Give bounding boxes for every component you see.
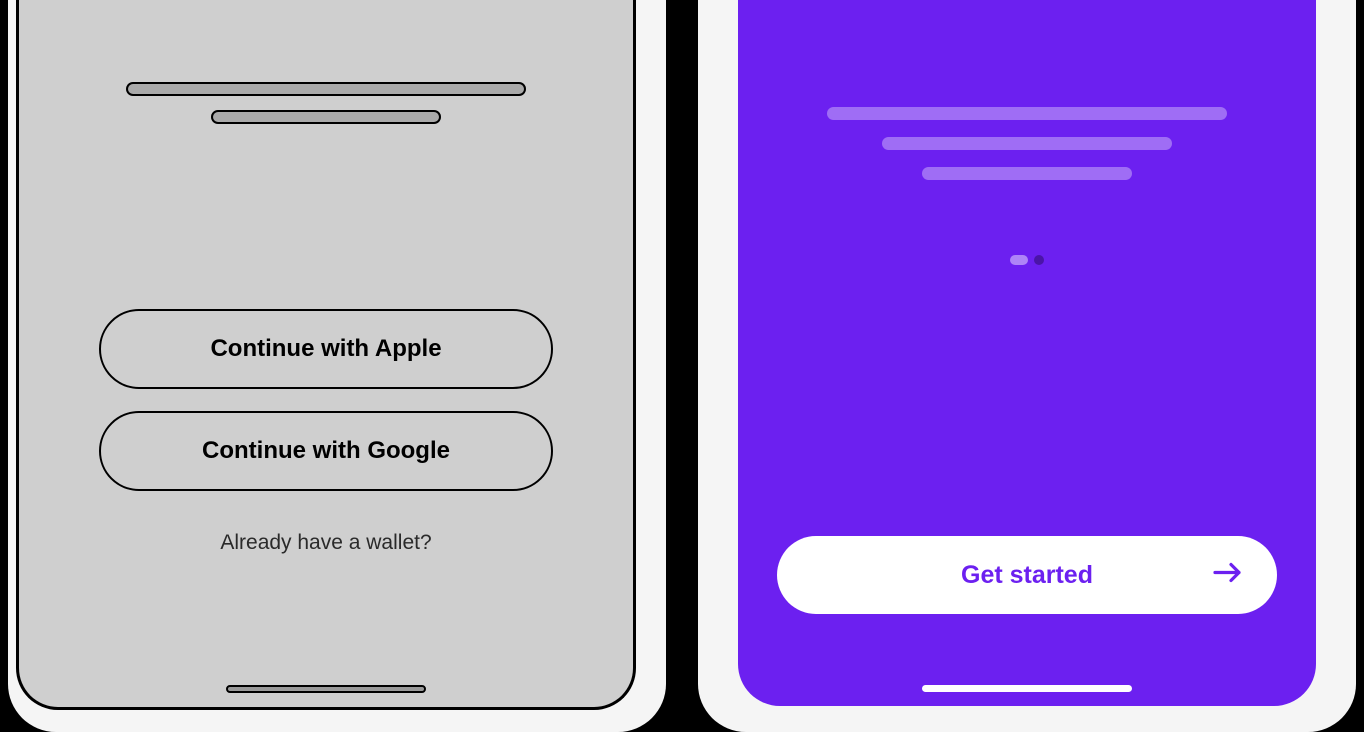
placeholder-line bbox=[922, 167, 1132, 180]
wireframe-phone-mock: Continue with Apple Continue with Google… bbox=[8, 0, 666, 732]
button-label: Continue with Apple bbox=[210, 335, 441, 363]
placeholder-title-line bbox=[126, 82, 526, 96]
home-indicator bbox=[226, 685, 426, 693]
placeholder-line bbox=[882, 137, 1172, 150]
placeholder-subtitle-line bbox=[211, 110, 441, 124]
home-indicator bbox=[922, 685, 1132, 692]
button-label: Continue with Google bbox=[202, 437, 450, 465]
get-started-button[interactable]: Get started bbox=[777, 536, 1277, 614]
arrow-right-icon bbox=[1213, 561, 1243, 590]
already-have-wallet-link[interactable]: Already have a wallet? bbox=[220, 531, 431, 555]
page-indicator-active[interactable] bbox=[1010, 255, 1028, 265]
placeholder-line bbox=[827, 107, 1227, 120]
button-label: Get started bbox=[961, 561, 1093, 590]
pagination-dots bbox=[1010, 255, 1044, 265]
wireframe-screen: Continue with Apple Continue with Google… bbox=[16, 0, 636, 710]
auth-button-group: Continue with Apple Continue with Google bbox=[99, 309, 553, 491]
continue-with-apple-button[interactable]: Continue with Apple bbox=[99, 309, 553, 389]
continue-with-google-button[interactable]: Continue with Google bbox=[99, 411, 553, 491]
page-indicator[interactable] bbox=[1034, 255, 1044, 265]
onboarding-screen: Get started bbox=[738, 0, 1316, 706]
onboarding-phone-mock: Get started bbox=[698, 0, 1356, 732]
